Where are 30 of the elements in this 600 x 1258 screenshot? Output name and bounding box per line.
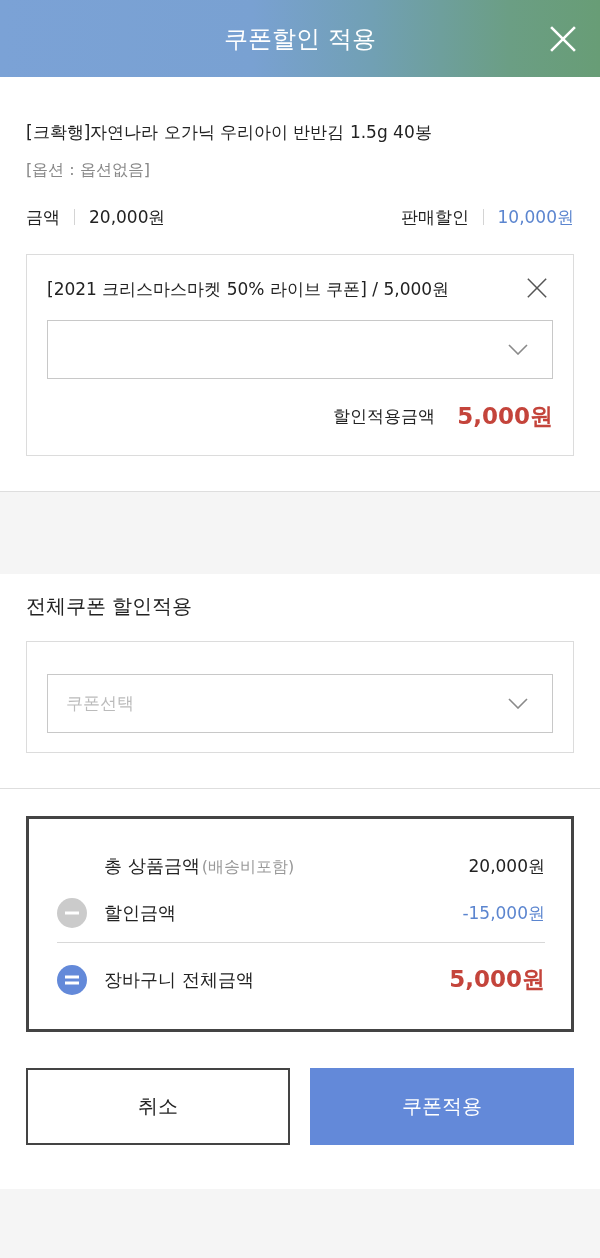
coupon-select[interactable]: [47, 320, 553, 379]
close-button[interactable]: [550, 26, 576, 52]
summary-amount: -15,000원: [462, 901, 545, 925]
summary-amount: 20,000원: [468, 854, 545, 878]
coupon-title: [2021 크리스마스마켓 50% 라이브 쿠폰] / 5,000원: [47, 278, 450, 301]
summary-label: 총 상품금액: [104, 854, 200, 878]
remove-coupon-button[interactable]: [527, 278, 549, 300]
summary-label: 할인금액: [104, 901, 176, 925]
cancel-button[interactable]: 취소: [26, 1068, 290, 1145]
equals-circle-icon: [57, 964, 87, 995]
section-heading: 전체쿠폰 할인적용: [26, 593, 194, 619]
product-option: [옵션 : 옵션없음]: [26, 157, 574, 183]
dialog-title: 쿠폰할인 적용: [224, 23, 376, 55]
cart-coupon-select[interactable]: 쿠폰선택: [47, 674, 553, 733]
close-icon: [550, 26, 576, 52]
sale-discount-value: 10,000원: [497, 205, 574, 229]
summary-label: 장바구니 전체금액: [104, 967, 254, 992]
sale-discount-label: 판매할인: [400, 205, 469, 229]
summary-amount: 5,000원: [449, 965, 545, 994]
discount-applied-label: 할인적용금액: [333, 404, 436, 428]
discount-applied-amount: 5,000원: [457, 401, 553, 431]
summary-note: (배송비포함): [201, 857, 295, 878]
minus-circle-icon: [57, 898, 87, 928]
apply-coupon-button[interactable]: 쿠폰적용: [310, 1068, 574, 1145]
close-icon: [527, 278, 547, 298]
chevron-down-icon: [508, 698, 528, 709]
price-value: 20,000원: [89, 205, 166, 229]
product-name: [크확행]자연나라 오가닉 우리아이 반반김 1.5g 40봉: [26, 121, 433, 144]
price-label: 금액: [26, 205, 60, 229]
chevron-down-icon: [508, 344, 528, 355]
